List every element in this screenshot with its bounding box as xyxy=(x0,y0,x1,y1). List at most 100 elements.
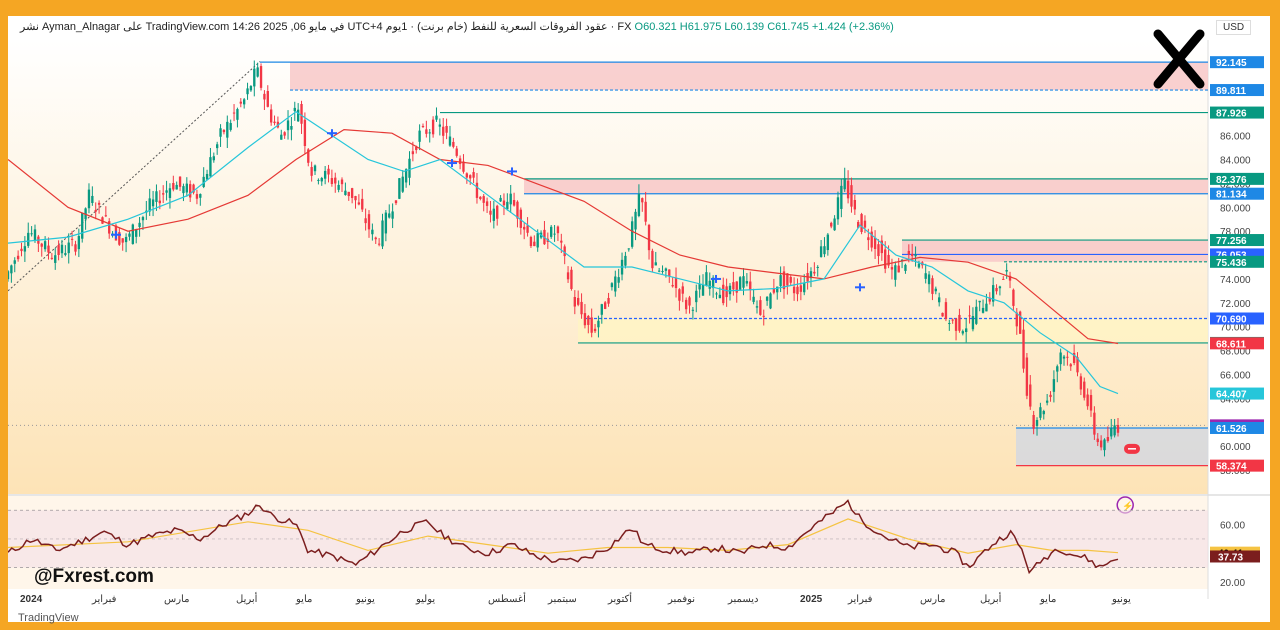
candle-body xyxy=(256,67,259,77)
candle-body xyxy=(853,199,857,210)
header-ohlc: O60.321 H61.975 L60.139 C61.745 +1.424 (… xyxy=(634,21,894,33)
candle-body xyxy=(961,331,964,334)
candle-body xyxy=(1062,356,1066,359)
candle-body xyxy=(1089,395,1093,411)
candle-body xyxy=(705,272,708,286)
candle-body xyxy=(1022,329,1025,369)
candle-body xyxy=(236,109,239,120)
candle-body xyxy=(313,165,317,172)
candle-body xyxy=(867,237,870,241)
candle-body xyxy=(637,194,641,217)
candle-body xyxy=(246,88,249,95)
candle-body xyxy=(813,271,816,274)
candle-body xyxy=(253,68,256,87)
candle-body xyxy=(647,224,651,251)
candle-body xyxy=(678,289,681,301)
candle-body xyxy=(1066,356,1069,358)
level-tag-label: 92.145 xyxy=(1216,58,1247,69)
candle-body xyxy=(1086,394,1089,407)
candle-body xyxy=(431,119,435,135)
candle-body xyxy=(442,126,445,136)
candle-body xyxy=(951,319,954,321)
candle-body xyxy=(185,183,188,193)
candle-body xyxy=(448,136,452,146)
candle-body xyxy=(1093,412,1096,435)
candle-body xyxy=(610,283,614,288)
x-axis-label: سبتمبر xyxy=(547,594,577,605)
candle-body xyxy=(597,320,600,328)
candle-body xyxy=(1025,357,1029,396)
candle-body xyxy=(792,286,796,294)
candle-body xyxy=(138,222,141,227)
candle-body xyxy=(189,184,192,198)
candle-body xyxy=(273,121,276,124)
candle-body xyxy=(469,175,472,179)
candle-body xyxy=(1099,440,1103,448)
candle-body xyxy=(607,297,610,304)
candle-body xyxy=(263,93,266,100)
x-axis-label: مايو xyxy=(295,594,312,605)
rsi-tick-label: 60.00 xyxy=(1220,521,1245,532)
currency-button[interactable]: USD xyxy=(1216,20,1252,35)
x-axis-label: أغسطس xyxy=(488,592,526,605)
candle-body xyxy=(533,241,536,247)
candle-body xyxy=(958,314,961,331)
level-tag-label: 61.526 xyxy=(1216,424,1247,435)
level-tag-label: 89.811 xyxy=(1216,86,1246,97)
candle-body xyxy=(242,99,246,105)
candle-body xyxy=(911,253,914,256)
candle-body xyxy=(47,245,50,253)
candle-body xyxy=(222,129,226,133)
candle-body xyxy=(212,156,215,161)
candle-body xyxy=(354,196,357,201)
candle-body xyxy=(884,249,887,269)
candle-body xyxy=(560,240,563,243)
candle-body xyxy=(151,199,155,207)
candle-body xyxy=(327,168,330,175)
candle-body xyxy=(485,201,489,206)
candle-body xyxy=(819,246,823,257)
price-tick-label: 80.000 xyxy=(1220,203,1251,214)
candle-body xyxy=(981,307,985,313)
candle-body xyxy=(590,317,593,333)
candle-body xyxy=(479,196,482,200)
candle-body xyxy=(725,286,728,298)
candle-body xyxy=(1113,425,1116,436)
candle-body xyxy=(455,148,458,156)
candle-body xyxy=(644,201,647,222)
candle-body xyxy=(1039,407,1042,418)
candle-body xyxy=(698,284,701,290)
chart-svg[interactable]: ⚡58.00060.00062.00064.00066.00068.00070.… xyxy=(8,16,1270,622)
candle-body xyxy=(384,212,388,234)
price-tick-label: 86.000 xyxy=(1220,132,1251,143)
candle-body xyxy=(131,224,135,244)
x-axis-label: أبريل xyxy=(236,592,258,605)
candle-body xyxy=(445,125,448,133)
candle-body xyxy=(23,246,27,252)
candle-body xyxy=(948,323,951,325)
candle-body xyxy=(684,299,688,310)
candle-body xyxy=(1059,352,1062,365)
candle-body xyxy=(141,217,145,221)
candle-body xyxy=(708,280,711,289)
candle-body xyxy=(259,66,263,88)
candle-body xyxy=(587,316,590,325)
candle-body xyxy=(182,186,185,194)
level-zone xyxy=(578,318,1208,343)
candle-body xyxy=(1096,438,1099,443)
candle-body xyxy=(718,294,722,299)
candle-body xyxy=(489,210,492,215)
candle-body xyxy=(334,177,337,184)
candle-body xyxy=(850,185,853,207)
candle-body xyxy=(128,233,131,237)
candle-body xyxy=(1110,428,1113,437)
candle-body xyxy=(13,260,16,264)
candle-body xyxy=(995,287,998,292)
candle-body xyxy=(917,263,921,268)
candle-body xyxy=(482,196,485,203)
candle-body xyxy=(499,197,502,202)
candle-body xyxy=(347,191,350,197)
level-tag-label: 64.407 xyxy=(1216,390,1247,401)
candle-body xyxy=(978,300,981,303)
candle-body xyxy=(492,208,496,221)
